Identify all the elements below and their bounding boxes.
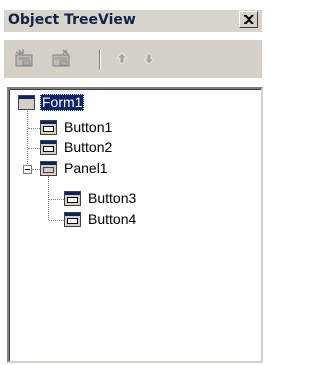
move-down-icon <box>143 53 155 65</box>
tree-node-label: Button4 <box>88 211 137 227</box>
close-icon <box>244 15 254 24</box>
tree-line <box>28 128 40 129</box>
panel-component-icon <box>40 161 57 176</box>
insert-component-button[interactable] <box>13 48 37 70</box>
object-treeview-window: Object TreeView Form1 Button1 Button2 Pa… <box>0 0 271 365</box>
tree-line <box>28 148 40 149</box>
delete-component-button[interactable] <box>49 48 73 70</box>
button-component-icon <box>40 120 57 135</box>
tree-node-label: Button1 <box>64 119 113 135</box>
close-button[interactable] <box>239 11 258 28</box>
button-component-icon <box>40 140 57 155</box>
toolbar-separator <box>99 49 101 69</box>
tree-node-label: Panel1 <box>64 160 108 176</box>
toolbar <box>4 40 262 78</box>
button-component-icon <box>64 191 81 206</box>
move-down-button[interactable] <box>137 48 161 70</box>
tree-node-label: Button2 <box>64 139 113 155</box>
window-title: Object TreeView <box>8 12 136 28</box>
tree-line <box>32 169 40 170</box>
tree-content: Form1 Button1 Button2 Panel1 Button3 But… <box>9 89 261 361</box>
move-up-icon <box>116 52 128 64</box>
tree-node-label: Button3 <box>88 190 137 206</box>
object-tree[interactable]: Form1 Button1 Button2 Panel1 Button3 But… <box>7 87 263 363</box>
tree-node-label: Form1 <box>40 94 85 111</box>
tree-line <box>48 176 49 220</box>
delete-component-icon <box>52 49 70 67</box>
tree-line <box>49 199 64 200</box>
form-icon <box>18 95 35 110</box>
insert-component-icon <box>15 49 33 67</box>
button-component-icon <box>64 212 81 227</box>
tree-line <box>49 220 64 221</box>
title-bar[interactable]: Object TreeView <box>4 10 262 32</box>
move-up-button[interactable] <box>110 48 134 70</box>
collapse-panel1-toggle[interactable] <box>23 165 32 174</box>
